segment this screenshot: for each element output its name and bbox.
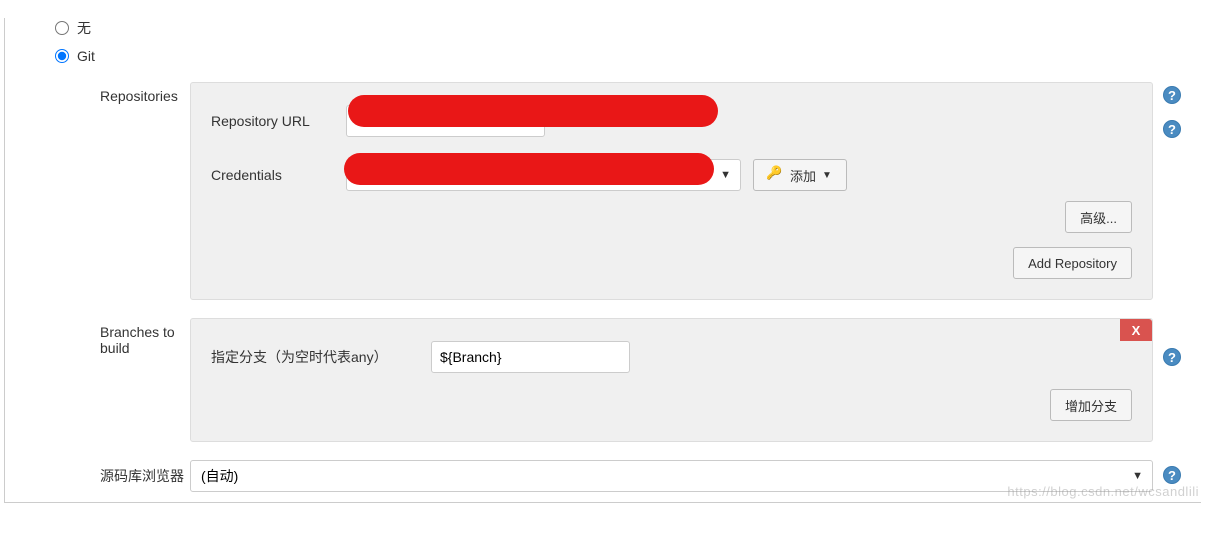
branches-section-label: Branches to build — [15, 318, 190, 356]
close-icon: X — [1132, 323, 1141, 338]
add-credentials-label: 添加 — [790, 166, 816, 185]
chevron-down-icon: ▼ — [822, 170, 832, 181]
advanced-button[interactable]: 高级... — [1065, 201, 1132, 233]
repo-browser-section-label: 源码库浏览器 — [15, 460, 190, 486]
repositories-panel: Repository URL Credentials ▼ — [190, 82, 1153, 300]
help-icon[interactable]: ? — [1163, 348, 1181, 366]
add-repository-button[interactable]: Add Repository — [1013, 247, 1132, 279]
radio-git[interactable] — [55, 49, 69, 63]
branches-panel: X 指定分支（为空时代表any） 增加分支 — [190, 318, 1153, 442]
credentials-label: Credentials — [211, 167, 346, 183]
scm-option-git[interactable]: Git — [55, 48, 1191, 64]
help-icon[interactable]: ? — [1163, 86, 1181, 104]
remove-branch-button[interactable]: X — [1120, 319, 1152, 341]
key-icon — [768, 169, 784, 181]
branch-specifier-label: 指定分支（为空时代表any） — [211, 347, 431, 367]
repositories-section-label: Repositories — [15, 82, 190, 104]
scm-option-none[interactable]: 无 — [55, 18, 1191, 38]
repo-browser-select[interactable]: (自动) — [190, 460, 1153, 492]
radio-none-label: 无 — [77, 18, 91, 38]
repository-url-label: Repository URL — [211, 113, 346, 129]
help-icon[interactable]: ? — [1163, 120, 1181, 138]
add-credentials-button[interactable]: 添加 ▼ — [753, 159, 847, 191]
radio-git-label: Git — [77, 48, 95, 64]
branch-specifier-input[interactable] — [431, 341, 630, 373]
redaction-mark — [344, 153, 714, 185]
help-icon[interactable]: ? — [1163, 466, 1181, 484]
radio-none[interactable] — [55, 21, 69, 35]
redaction-mark — [348, 95, 718, 127]
add-branch-button[interactable]: 增加分支 — [1050, 389, 1132, 421]
